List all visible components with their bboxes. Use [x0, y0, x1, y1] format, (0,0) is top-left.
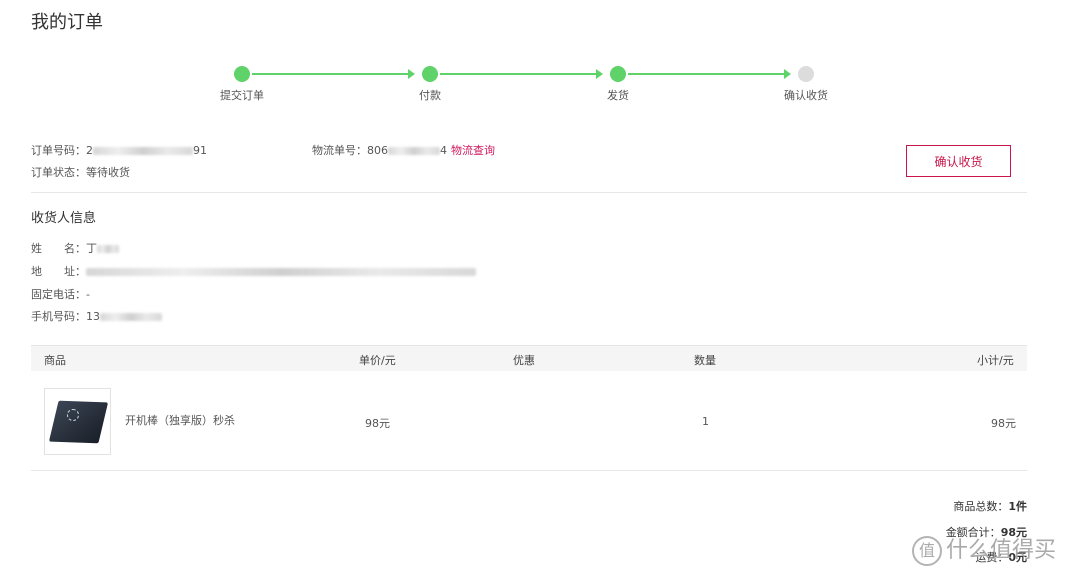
order-status: 订单状态：等待收货: [31, 164, 130, 180]
progress-step-label: 发货: [607, 89, 629, 102]
summary-total-items: 商品总数：1件: [953, 498, 1027, 514]
receiver-mobile-label: 手机号码：: [31, 310, 86, 323]
logistics-number-label: 物流单号：: [312, 144, 367, 157]
order-status-label: 订单状态：: [31, 166, 86, 179]
order-number-suffix: 91: [193, 144, 207, 157]
redacted-text: [388, 147, 440, 155]
product-image[interactable]: [44, 388, 111, 455]
receiver-phone-value: -: [86, 288, 90, 301]
progress-step-label: 付款: [419, 89, 441, 102]
order-number-prefix: 2: [86, 144, 93, 157]
receiver-name-prefix: 丁: [86, 242, 97, 255]
step-done-dot: [234, 66, 250, 82]
progress-step-label: 确认收货: [784, 89, 828, 102]
logistics-query-link[interactable]: 物流查询: [451, 144, 495, 157]
receiver-name: 姓 名：丁: [31, 240, 119, 256]
summary-total-items-label: 商品总数：: [953, 500, 1009, 513]
divider: [31, 192, 1027, 193]
step-done-dot: [610, 66, 626, 82]
product-quantity: 1: [702, 415, 709, 428]
receiver-phone: 固定电话：-: [31, 286, 90, 302]
product-unit-price: 98元: [365, 417, 390, 430]
divider: [31, 470, 1027, 471]
logistics-number-prefix: 806: [367, 144, 388, 157]
receiver-name-label: 姓 名：: [31, 242, 86, 255]
redacted-text: [93, 147, 193, 155]
receiver-address-label: 地 址：: [31, 265, 86, 278]
receiver-address: 地 址：: [31, 263, 476, 279]
redacted-text: [100, 313, 162, 321]
progress-step-submit: 提交订单: [197, 64, 287, 103]
order-status-value: 等待收货: [86, 166, 130, 179]
column-header-discount: 优惠: [513, 354, 535, 367]
receiver-phone-label: 固定电话：: [31, 288, 86, 301]
order-number-label: 订单号码：: [31, 144, 86, 157]
order-number: 订单号码：2 91: [31, 142, 207, 158]
product-name[interactable]: 开机棒（独享版）秒杀: [125, 412, 235, 428]
progress-step-confirm: 确认收货: [761, 64, 851, 103]
site-watermark: 值什么值得买: [912, 532, 1077, 572]
receiver-mobile: 手机号码：13: [31, 308, 162, 324]
product-subtotal: 98元: [991, 417, 1016, 430]
order-progress: 提交订单 付款 发货 确认收货: [200, 64, 860, 114]
summary-total-items-value: 1件: [1008, 500, 1027, 513]
column-header-quantity: 数量: [694, 354, 716, 367]
receiver-mobile-prefix: 13: [86, 310, 100, 323]
column-header-goods: 商品: [44, 354, 66, 367]
product-logo-icon: [67, 409, 79, 421]
goods-table-header: 商品 单价/元 优惠 数量 小计/元: [31, 345, 1027, 371]
redacted-text: [97, 245, 119, 253]
product-box-shape: [48, 400, 109, 444]
progress-step-pay: 付款: [385, 64, 475, 103]
logistics-number: 物流单号：806 4 物流查询: [312, 142, 495, 158]
column-header-unit-price: 单价/元: [359, 354, 396, 367]
watermark-logo-icon: 值: [912, 536, 942, 566]
logistics-number-suffix: 4: [440, 144, 447, 157]
step-done-dot: [422, 66, 438, 82]
watermark-text: 什么值得买: [946, 538, 1057, 563]
column-header-subtotal: 小计/元: [977, 354, 1014, 367]
redacted-text: [86, 268, 476, 276]
receiver-section-title: 收货人信息: [31, 211, 97, 226]
page-title: 我的订单: [31, 12, 103, 33]
progress-step-ship: 发货: [573, 64, 663, 103]
progress-step-label: 提交订单: [220, 89, 264, 102]
confirm-receipt-button[interactable]: 确认收货: [906, 145, 1011, 177]
step-pending-dot: [798, 66, 814, 82]
